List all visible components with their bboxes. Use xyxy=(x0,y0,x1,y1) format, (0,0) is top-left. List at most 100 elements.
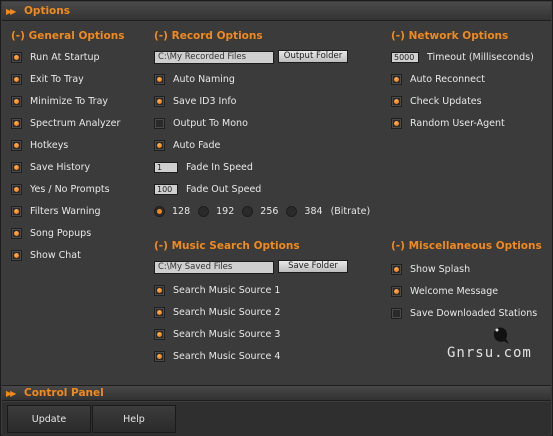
music-source-option[interactable]: Search Music Source 3 xyxy=(154,327,280,341)
auto-naming-option[interactable]: Auto Naming xyxy=(154,72,235,86)
fade-in-option: 1 Fade In Speed xyxy=(154,160,253,174)
double-chevron-right-icon: ▶▶ xyxy=(6,388,16,398)
music-source-option[interactable]: Search Music Source 2 xyxy=(154,305,280,319)
help-button[interactable]: Help xyxy=(92,405,176,433)
random-ua-option[interactable]: Random User-Agent xyxy=(391,116,505,130)
general-option-checkbox[interactable] xyxy=(11,227,22,239)
welcome-message-label: Welcome Message xyxy=(410,285,499,297)
check-updates-label: Check Updates xyxy=(410,95,482,107)
output-mono-option[interactable]: Output To Mono xyxy=(154,116,248,130)
general-option-checkbox[interactable] xyxy=(11,205,22,217)
general-option-item[interactable]: Save History xyxy=(11,160,90,174)
bitrate-256-label: 256 xyxy=(260,205,279,217)
fade-out-input[interactable]: 100 xyxy=(154,183,178,195)
control-panel-title: Control Panel xyxy=(24,387,104,399)
auto-naming-label: Auto Naming xyxy=(173,73,235,85)
auto-fade-option[interactable]: Auto Fade xyxy=(154,138,220,152)
bitrate-group: 128 192 256 384 (Bitrate) xyxy=(154,204,370,218)
options-window: ▶▶ Options (-) General Options Run At St… xyxy=(0,0,553,436)
options-header[interactable]: ▶▶ Options xyxy=(2,2,551,21)
bitrate-192-radio[interactable] xyxy=(198,205,210,217)
general-option-checkbox[interactable] xyxy=(11,161,22,173)
music-source-checkbox[interactable] xyxy=(154,328,165,340)
save-id3-checkbox[interactable] xyxy=(154,95,165,107)
music-source-label: Search Music Source 3 xyxy=(173,328,281,340)
network-options-title[interactable]: (-) Network Options xyxy=(391,30,508,42)
bitrate-192-label: 192 xyxy=(216,205,235,217)
general-option-label: Show Chat xyxy=(30,249,81,261)
general-option-label: Run At Startup xyxy=(30,51,100,63)
general-option-item[interactable]: Song Popups xyxy=(11,226,91,240)
music-source-checkbox[interactable] xyxy=(154,284,165,296)
show-splash-label: Show Splash xyxy=(410,263,471,275)
general-option-label: Spectrum Analyzer xyxy=(30,117,121,129)
welcome-message-option[interactable]: Welcome Message xyxy=(391,284,498,298)
general-option-checkbox[interactable] xyxy=(11,139,22,151)
music-source-option[interactable]: Search Music Source 4 xyxy=(154,349,280,363)
auto-fade-label: Auto Fade xyxy=(173,139,221,151)
music-source-label: Search Music Source 4 xyxy=(173,350,281,362)
music-source-checkbox[interactable] xyxy=(154,306,165,318)
show-splash-option[interactable]: Show Splash xyxy=(391,262,470,276)
music-search-path-field[interactable]: C:\My Saved Files xyxy=(154,261,274,274)
auto-reconnect-checkbox[interactable] xyxy=(391,73,402,85)
music-source-label: Search Music Source 2 xyxy=(173,306,281,318)
save-stations-option[interactable]: Save Downloaded Stations xyxy=(391,306,537,320)
general-option-checkbox[interactable] xyxy=(11,73,22,85)
general-option-label: Yes / No Prompts xyxy=(30,183,110,195)
general-option-checkbox[interactable] xyxy=(11,95,22,107)
fade-out-option: 100 Fade Out Speed xyxy=(154,182,261,196)
bitrate-256-radio[interactable] xyxy=(242,205,254,217)
general-option-checkbox[interactable] xyxy=(11,183,22,195)
general-option-item[interactable]: Run At Startup xyxy=(11,50,100,64)
output-folder-button[interactable]: Output Folder xyxy=(278,50,348,63)
music-source-checkbox[interactable] xyxy=(154,350,165,362)
general-option-item[interactable]: Filters Warning xyxy=(11,204,101,218)
update-button[interactable]: Update xyxy=(7,405,91,433)
show-splash-checkbox[interactable] xyxy=(391,263,402,275)
record-path-field[interactable]: C:\My Recorded Files xyxy=(154,51,274,64)
general-option-label: Song Popups xyxy=(30,227,92,239)
output-mono-checkbox[interactable] xyxy=(154,117,165,129)
general-option-checkbox[interactable] xyxy=(11,249,22,261)
check-updates-option[interactable]: Check Updates xyxy=(391,94,482,108)
general-option-label: Filters Warning xyxy=(30,205,101,217)
bitrate-384-radio[interactable] xyxy=(286,205,298,217)
music-source-option[interactable]: Search Music Source 1 xyxy=(154,283,280,297)
general-option-item[interactable]: Hotkeys xyxy=(11,138,68,152)
timeout-input[interactable]: 5000 xyxy=(391,51,419,63)
general-option-label: Hotkeys xyxy=(30,139,69,151)
timeout-option: 5000 Timeout (Milliseconds) xyxy=(391,50,534,64)
general-option-checkbox[interactable] xyxy=(11,117,22,129)
control-panel: Update Help xyxy=(2,402,551,436)
save-id3-option[interactable]: Save ID3 Info xyxy=(154,94,237,108)
misc-options-title[interactable]: (-) Miscellaneous Options xyxy=(391,240,542,252)
general-option-item[interactable]: Spectrum Analyzer xyxy=(11,116,120,130)
bitrate-128-radio[interactable] xyxy=(154,205,165,217)
fade-out-label: Fade Out Speed xyxy=(186,183,262,195)
music-source-label: Search Music Source 1 xyxy=(173,284,281,296)
bitrate-384-label: 384 xyxy=(304,205,323,217)
welcome-message-checkbox[interactable] xyxy=(391,285,402,297)
save-stations-checkbox[interactable] xyxy=(391,307,402,319)
auto-fade-checkbox[interactable] xyxy=(154,139,165,151)
general-option-item[interactable]: Yes / No Prompts xyxy=(11,182,110,196)
check-updates-checkbox[interactable] xyxy=(391,95,402,107)
auto-naming-checkbox[interactable] xyxy=(154,73,165,85)
general-option-label: Minimize To Tray xyxy=(30,95,109,107)
record-options-title[interactable]: (-) Record Options xyxy=(154,30,263,42)
general-option-item[interactable]: Show Chat xyxy=(11,248,81,262)
save-folder-button[interactable]: Save Folder xyxy=(278,260,348,273)
general-option-item[interactable]: Exit To Tray xyxy=(11,72,84,86)
general-option-item[interactable]: Minimize To Tray xyxy=(11,94,108,108)
general-option-checkbox[interactable] xyxy=(11,51,22,63)
general-option-label: Exit To Tray xyxy=(30,73,84,85)
control-panel-header[interactable]: ▶▶ Control Panel xyxy=(2,385,551,401)
music-search-options-title[interactable]: (-) Music Search Options xyxy=(154,240,300,252)
fade-in-input[interactable]: 1 xyxy=(154,161,178,173)
random-ua-checkbox[interactable] xyxy=(391,117,402,129)
auto-reconnect-option[interactable]: Auto Reconnect xyxy=(391,72,485,86)
output-mono-label: Output To Mono xyxy=(173,117,248,129)
general-options-title[interactable]: (-) General Options xyxy=(11,30,124,42)
watermark-text: Gnrsu.com xyxy=(447,345,532,361)
